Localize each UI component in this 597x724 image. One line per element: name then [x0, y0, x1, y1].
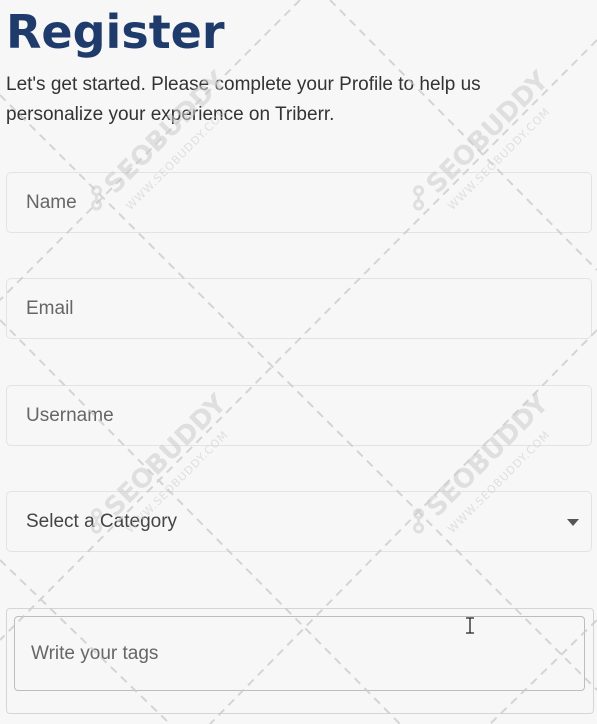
tags-field-container — [6, 608, 594, 714]
text-cursor-icon — [466, 617, 474, 634]
caret-down-icon — [567, 519, 579, 526]
email-input[interactable] — [6, 278, 592, 339]
username-input[interactable] — [6, 385, 592, 446]
category-select[interactable]: Select a Category — [6, 491, 592, 552]
page-subtitle: Let's get started. Please complete your … — [6, 74, 481, 125]
category-select-label: Select a Category — [26, 511, 178, 532]
tags-input[interactable] — [14, 616, 585, 691]
name-input[interactable] — [6, 172, 592, 233]
page-title: Register — [6, 5, 225, 59]
